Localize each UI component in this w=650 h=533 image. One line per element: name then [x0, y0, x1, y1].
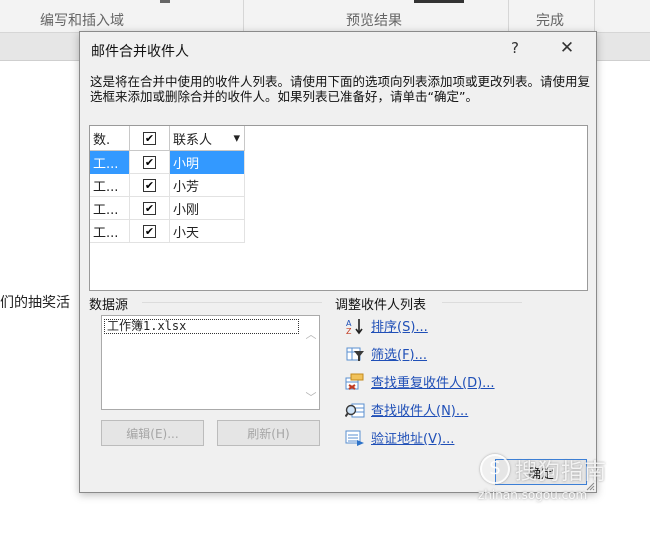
- column-header-contact[interactable]: 联系人 ▾: [170, 126, 245, 151]
- recipient-list[interactable]: 数. ✔ 联系人 ▾ 工... ✔ 小明 工... ✔ 小芳 工... ✔ 小刚…: [89, 125, 588, 291]
- divider: [442, 302, 522, 303]
- refresh-button[interactable]: 刷新(H): [217, 420, 320, 446]
- ribbon-fragment: [160, 0, 170, 3]
- filter-link-label: 筛选(F)...: [371, 348, 428, 363]
- row-contact: 小天: [170, 220, 245, 243]
- mail-merge-recipients-dialog: 邮件合并收件人 ? ✕ 这是将在合并中使用的收件人列表。请使用下面的选项向列表添…: [79, 31, 597, 493]
- ribbon-group-preview-results: 预览结果: [346, 13, 402, 29]
- select-all-checkbox[interactable]: ✔: [143, 132, 156, 145]
- filter-icon: [346, 347, 364, 361]
- column-header-source[interactable]: 数.: [90, 126, 130, 151]
- scroll-down-icon[interactable]: ﹀: [304, 389, 318, 404]
- data-source-list[interactable]: 工作簿1.xlsx ︿ ﹀: [101, 315, 320, 410]
- find-recipient-link[interactable]: 查找收件人(N)...: [345, 400, 468, 419]
- filter-link[interactable]: 筛选(F)...: [345, 344, 427, 363]
- row-checkbox[interactable]: ✔: [143, 202, 156, 215]
- validate-addresses-link[interactable]: 验证地址(V)...: [345, 428, 454, 447]
- row-source: 工...: [90, 220, 130, 243]
- document-text: 们的抽奖活: [0, 295, 70, 311]
- dialog-title: 邮件合并收件人: [91, 44, 189, 60]
- row-contact: 小刚: [170, 197, 245, 220]
- list-item[interactable]: 工... ✔ 小天: [90, 220, 245, 243]
- row-source: 工...: [90, 174, 130, 197]
- ribbon-separator: [508, 0, 509, 33]
- validate-addresses-icon: [345, 430, 364, 446]
- find-duplicates-icon: [345, 373, 364, 390]
- data-source-item[interactable]: 工作簿1.xlsx: [104, 319, 299, 334]
- row-checkbox[interactable]: ✔: [143, 179, 156, 192]
- divider: [142, 302, 322, 303]
- find-recipient-link-label: 查找收件人(N)...: [371, 404, 469, 419]
- data-source-label: 数据源: [89, 298, 129, 313]
- ribbon-separator: [243, 0, 244, 33]
- find-duplicates-link[interactable]: 查找重复收件人(D)...: [345, 372, 495, 391]
- svg-text:Z: Z: [346, 327, 352, 335]
- find-duplicates-link-label: 查找重复收件人(D)...: [371, 376, 495, 391]
- column-header-contact-label: 联系人: [173, 133, 213, 148]
- sort-link[interactable]: A Z 排序(S)...: [345, 316, 428, 335]
- ok-button[interactable]: 确定: [495, 459, 587, 485]
- resize-grip-icon[interactable]: [585, 481, 595, 491]
- list-item[interactable]: 工... ✔ 小明: [90, 151, 245, 174]
- row-contact: 小明: [170, 151, 245, 174]
- close-button[interactable]: ✕: [556, 38, 578, 58]
- column-header-check[interactable]: ✔: [130, 126, 170, 151]
- row-source: 工...: [90, 197, 130, 220]
- sort-link-label: 排序(S)...: [371, 320, 428, 335]
- validate-addresses-link-label: 验证地址(V)...: [371, 432, 455, 447]
- ribbon-fragment: [414, 0, 464, 3]
- list-header: 数. ✔ 联系人 ▾: [90, 126, 245, 151]
- row-checkbox[interactable]: ✔: [143, 156, 156, 169]
- ribbon-separator: [594, 0, 595, 33]
- chevron-down-icon[interactable]: ▾: [233, 131, 240, 146]
- ribbon-bar: 编写和插入域 预览结果 完成: [0, 0, 650, 33]
- help-button[interactable]: ?: [505, 39, 525, 57]
- refine-list-label: 调整收件人列表: [335, 298, 427, 313]
- scroll-up-icon[interactable]: ︿: [304, 326, 318, 341]
- row-checkbox[interactable]: ✔: [143, 225, 156, 238]
- edit-button[interactable]: 编辑(E)...: [101, 420, 204, 446]
- sort-az-icon: A Z: [346, 318, 363, 335]
- find-recipient-icon: [345, 403, 365, 417]
- list-item[interactable]: 工... ✔ 小刚: [90, 197, 245, 220]
- ribbon-group-write-insert-fields: 编写和插入域: [40, 13, 124, 29]
- list-item[interactable]: 工... ✔ 小芳: [90, 174, 245, 197]
- dialog-description: 这是将在合并中使用的收件人列表。请使用下面的选项向列表添加项或更改列表。请使用复…: [90, 74, 591, 104]
- row-contact: 小芳: [170, 174, 245, 197]
- row-source: 工...: [90, 151, 130, 174]
- ribbon-group-finish: 完成: [536, 13, 564, 29]
